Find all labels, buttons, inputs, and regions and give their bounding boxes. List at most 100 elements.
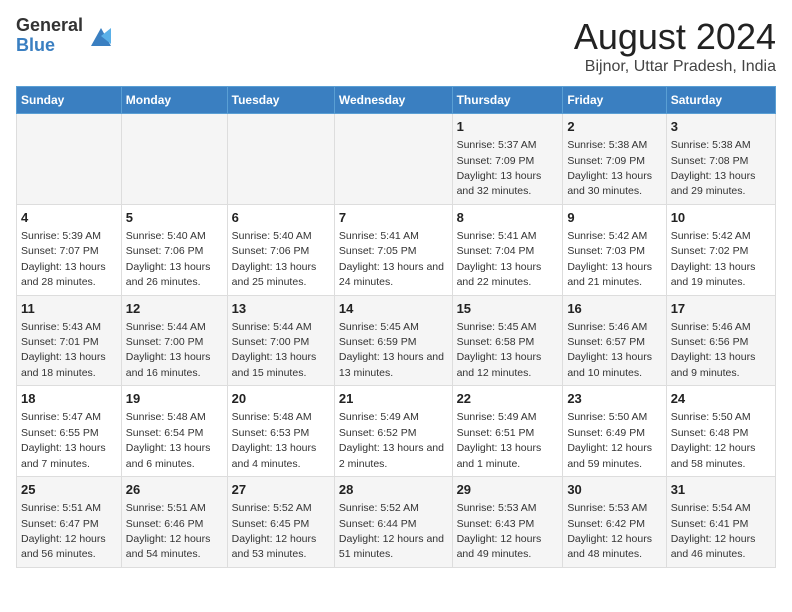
day-number: 18 (21, 390, 117, 408)
week-row-1: 1Sunrise: 5:37 AM Sunset: 7:09 PM Daylig… (17, 114, 776, 205)
day-info: Sunrise: 5:44 AM Sunset: 7:00 PM Dayligh… (232, 321, 317, 379)
day-number: 19 (126, 390, 223, 408)
calendar-header: SundayMondayTuesdayWednesdayThursdayFrid… (17, 87, 776, 114)
day-info: Sunrise: 5:38 AM Sunset: 7:08 PM Dayligh… (671, 139, 756, 197)
day-number: 4 (21, 209, 117, 227)
calendar-cell (334, 114, 452, 205)
day-number: 20 (232, 390, 330, 408)
header-day-thursday: Thursday (452, 87, 563, 114)
header-row: SundayMondayTuesdayWednesdayThursdayFrid… (17, 87, 776, 114)
day-info: Sunrise: 5:51 AM Sunset: 6:47 PM Dayligh… (21, 502, 106, 560)
day-number: 21 (339, 390, 448, 408)
logo-icon (87, 22, 115, 50)
page-header: General Blue August 2024 Bijnor, Uttar P… (16, 16, 776, 76)
day-number: 31 (671, 481, 771, 499)
day-number: 7 (339, 209, 448, 227)
calendar-cell: 14 Sunrise: 5:45 AM Sunset: 6:59 PM Dayli… (334, 295, 452, 386)
day-info: Sunrise: 5:40 AM Sunset: 7:06 PM Dayligh… (126, 230, 211, 288)
day-number: 26 (126, 481, 223, 499)
calendar-cell (121, 114, 227, 205)
calendar-cell: 8Sunrise: 5:41 AM Sunset: 7:04 PM Daylig… (452, 204, 563, 295)
calendar-cell: 27 Sunrise: 5:52 AM Sunset: 6:45 PM Dayli… (227, 477, 334, 568)
logo-general-text: General (16, 16, 83, 36)
calendar-cell (17, 114, 122, 205)
calendar-cell: 9Sunrise: 5:42 AM Sunset: 7:03 PM Daylig… (563, 204, 666, 295)
day-info: Sunrise: 5:46 AM Sunset: 6:57 PM Dayligh… (567, 321, 652, 379)
calendar-cell: 18 Sunrise: 5:47 AM Sunset: 6:55 PM Dayli… (17, 386, 122, 477)
day-info: Sunrise: 5:37 AM Sunset: 7:09 PM Dayligh… (457, 139, 542, 197)
day-number: 14 (339, 300, 448, 318)
day-info: Sunrise: 5:38 AM Sunset: 7:09 PM Dayligh… (567, 139, 652, 197)
day-number: 29 (457, 481, 559, 499)
logo: General Blue (16, 16, 115, 56)
day-number: 30 (567, 481, 661, 499)
day-info: Sunrise: 5:45 AM Sunset: 6:59 PM Dayligh… (339, 321, 444, 379)
day-info: Sunrise: 5:48 AM Sunset: 6:53 PM Dayligh… (232, 411, 317, 469)
sub-title: Bijnor, Uttar Pradesh, India (574, 58, 776, 76)
main-title: August 2024 (574, 16, 776, 58)
day-number: 2 (567, 118, 661, 136)
day-info: Sunrise: 5:47 AM Sunset: 6:55 PM Dayligh… (21, 411, 106, 469)
calendar-cell: 16Sunrise: 5:46 AM Sunset: 6:57 PM Dayli… (563, 295, 666, 386)
calendar-cell: 4 Sunrise: 5:39 AM Sunset: 7:07 PM Daylig… (17, 204, 122, 295)
header-day-friday: Friday (563, 87, 666, 114)
day-info: Sunrise: 5:43 AM Sunset: 7:01 PM Dayligh… (21, 321, 106, 379)
title-section: August 2024 Bijnor, Uttar Pradesh, India (574, 16, 776, 76)
calendar-cell: 17 Sunrise: 5:46 AM Sunset: 6:56 PM Dayli… (666, 295, 775, 386)
day-number: 10 (671, 209, 771, 227)
day-number: 17 (671, 300, 771, 318)
header-day-saturday: Saturday (666, 87, 775, 114)
day-info: Sunrise: 5:54 AM Sunset: 6:41 PM Dayligh… (671, 502, 756, 560)
calendar-cell: 3 Sunrise: 5:38 AM Sunset: 7:08 PM Daylig… (666, 114, 775, 205)
day-info: Sunrise: 5:50 AM Sunset: 6:49 PM Dayligh… (567, 411, 652, 469)
day-info: Sunrise: 5:52 AM Sunset: 6:44 PM Dayligh… (339, 502, 444, 560)
calendar-cell: 12Sunrise: 5:44 AM Sunset: 7:00 PM Dayli… (121, 295, 227, 386)
calendar-cell: 21 Sunrise: 5:49 AM Sunset: 6:52 PM Dayli… (334, 386, 452, 477)
day-info: Sunrise: 5:52 AM Sunset: 6:45 PM Dayligh… (232, 502, 317, 560)
calendar-cell: 29Sunrise: 5:53 AM Sunset: 6:43 PM Dayli… (452, 477, 563, 568)
calendar-cell: 31 Sunrise: 5:54 AM Sunset: 6:41 PM Dayli… (666, 477, 775, 568)
day-number: 11 (21, 300, 117, 318)
calendar-cell: 2 Sunrise: 5:38 AM Sunset: 7:09 PM Daylig… (563, 114, 666, 205)
header-day-wednesday: Wednesday (334, 87, 452, 114)
calendar-cell: 5Sunrise: 5:40 AM Sunset: 7:06 PM Daylig… (121, 204, 227, 295)
calendar-table: SundayMondayTuesdayWednesdayThursdayFrid… (16, 86, 776, 568)
day-info: Sunrise: 5:44 AM Sunset: 7:00 PM Dayligh… (126, 321, 211, 379)
header-day-tuesday: Tuesday (227, 87, 334, 114)
day-info: Sunrise: 5:53 AM Sunset: 6:42 PM Dayligh… (567, 502, 652, 560)
day-number: 23 (567, 390, 661, 408)
calendar-cell: 15 Sunrise: 5:45 AM Sunset: 6:58 PM Dayli… (452, 295, 563, 386)
day-info: Sunrise: 5:39 AM Sunset: 7:07 PM Dayligh… (21, 230, 106, 288)
calendar-cell: 1Sunrise: 5:37 AM Sunset: 7:09 PM Daylig… (452, 114, 563, 205)
week-row-5: 25Sunrise: 5:51 AM Sunset: 6:47 PM Dayli… (17, 477, 776, 568)
week-row-2: 4 Sunrise: 5:39 AM Sunset: 7:07 PM Daylig… (17, 204, 776, 295)
day-number: 28 (339, 481, 448, 499)
day-number: 27 (232, 481, 330, 499)
calendar-cell: 22Sunrise: 5:49 AM Sunset: 6:51 PM Dayli… (452, 386, 563, 477)
calendar-cell: 24Sunrise: 5:50 AM Sunset: 6:48 PM Dayli… (666, 386, 775, 477)
calendar-cell: 30 Sunrise: 5:53 AM Sunset: 6:42 PM Dayli… (563, 477, 666, 568)
logo-blue-text: Blue (16, 36, 83, 56)
calendar-cell (227, 114, 334, 205)
day-number: 9 (567, 209, 661, 227)
calendar-cell: 23 Sunrise: 5:50 AM Sunset: 6:49 PM Dayli… (563, 386, 666, 477)
calendar-cell: 25Sunrise: 5:51 AM Sunset: 6:47 PM Dayli… (17, 477, 122, 568)
day-info: Sunrise: 5:45 AM Sunset: 6:58 PM Dayligh… (457, 321, 542, 379)
day-number: 8 (457, 209, 559, 227)
calendar-cell: 26Sunrise: 5:51 AM Sunset: 6:46 PM Dayli… (121, 477, 227, 568)
day-info: Sunrise: 5:49 AM Sunset: 6:51 PM Dayligh… (457, 411, 542, 469)
calendar-cell: 28 Sunrise: 5:52 AM Sunset: 6:44 PM Dayli… (334, 477, 452, 568)
week-row-3: 11 Sunrise: 5:43 AM Sunset: 7:01 PM Dayli… (17, 295, 776, 386)
calendar-cell: 7Sunrise: 5:41 AM Sunset: 7:05 PM Daylig… (334, 204, 452, 295)
day-info: Sunrise: 5:48 AM Sunset: 6:54 PM Dayligh… (126, 411, 211, 469)
day-number: 3 (671, 118, 771, 136)
day-number: 13 (232, 300, 330, 318)
calendar-cell: 20 Sunrise: 5:48 AM Sunset: 6:53 PM Dayli… (227, 386, 334, 477)
calendar-cell: 13 Sunrise: 5:44 AM Sunset: 7:00 PM Dayli… (227, 295, 334, 386)
day-info: Sunrise: 5:49 AM Sunset: 6:52 PM Dayligh… (339, 411, 444, 469)
calendar-body: 1Sunrise: 5:37 AM Sunset: 7:09 PM Daylig… (17, 114, 776, 568)
day-info: Sunrise: 5:46 AM Sunset: 6:56 PM Dayligh… (671, 321, 756, 379)
day-number: 15 (457, 300, 559, 318)
day-info: Sunrise: 5:42 AM Sunset: 7:02 PM Dayligh… (671, 230, 756, 288)
header-day-monday: Monday (121, 87, 227, 114)
